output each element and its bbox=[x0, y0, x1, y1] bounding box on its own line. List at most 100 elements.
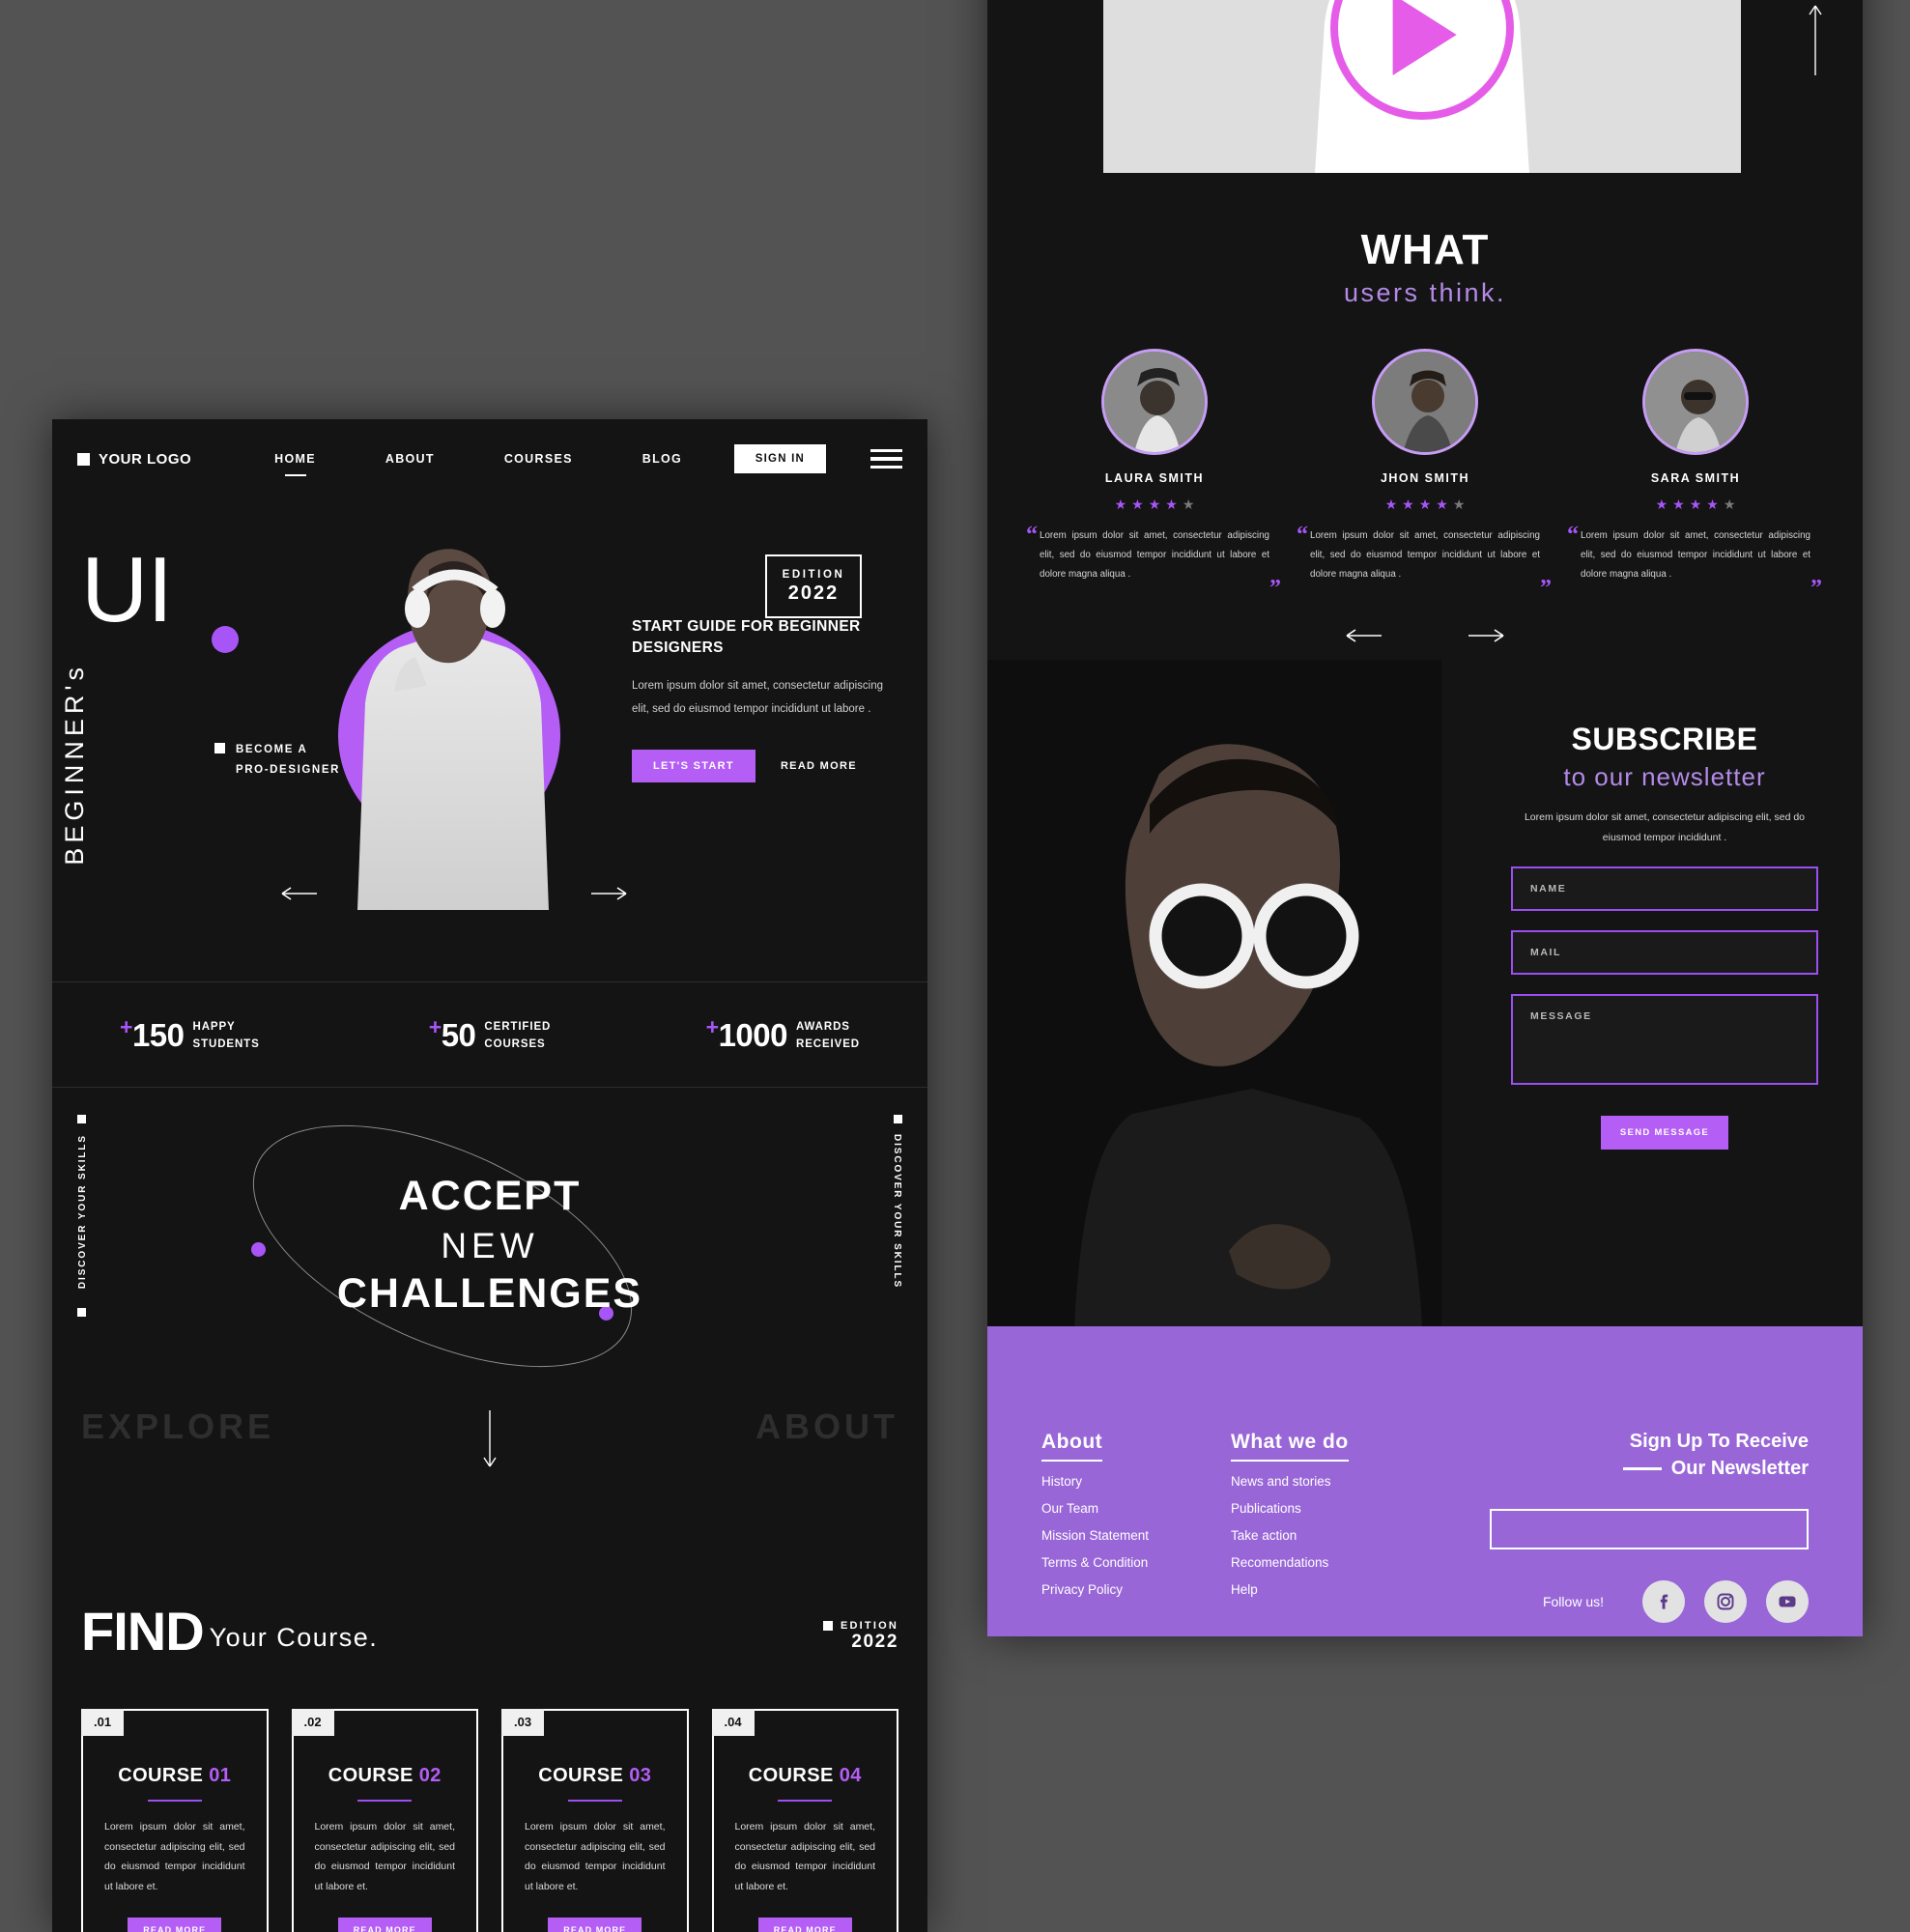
star-icon: ★ bbox=[1689, 497, 1702, 512]
find-heading: FIND Your Course. EDITION 2022 bbox=[81, 1571, 898, 1658]
course-card-list: .01 COURSE 01 Lorem ipsum dolor sit amet… bbox=[81, 1709, 898, 1932]
stat-label-line2: COURSES bbox=[484, 1037, 546, 1050]
hamburger-menu-icon[interactable] bbox=[870, 448, 902, 469]
design-mockup-canvas: YOUR LOGO HOME ABOUT COURSES BLOG SIGN I… bbox=[0, 0, 1910, 1932]
course-read-more-button[interactable]: READ MORE bbox=[337, 1918, 432, 1932]
rating-stars: ★ ★ ★ ★ ★ bbox=[1571, 497, 1820, 513]
footer-link[interactable]: Terms & Condition bbox=[1041, 1555, 1231, 1570]
message-textarea[interactable] bbox=[1511, 994, 1818, 1086]
follow-us-label: Follow us! bbox=[1542, 1594, 1604, 1610]
read-more-link[interactable]: READ MORE bbox=[781, 760, 857, 772]
footer-newsletter: Sign Up To Receive Our Newsletter Follow… bbox=[1490, 1431, 1809, 1624]
footer: About History Our Team Mission Statement… bbox=[987, 1326, 1863, 1636]
footer-signup-line1: Sign Up To Receive bbox=[1629, 1431, 1809, 1453]
course-card-tab: .01 bbox=[81, 1709, 125, 1737]
star-icon: ★ bbox=[1148, 497, 1161, 512]
arrow-right-icon[interactable] bbox=[1467, 627, 1505, 644]
testimonial-quote: Lorem ipsum dolor sit amet, consectetur … bbox=[1310, 530, 1540, 581]
logo[interactable]: YOUR LOGO bbox=[77, 451, 191, 468]
arrow-right-icon[interactable] bbox=[589, 885, 628, 902]
testimonial-quote-wrap: “ Lorem ipsum dolor sit amet, consectetu… bbox=[1567, 523, 1822, 601]
quote-open-icon: “ bbox=[1567, 523, 1579, 548]
stat-label-line1: AWARDS bbox=[795, 1021, 850, 1034]
stat-happy-students: +150 HAPPY STUDENTS bbox=[120, 1016, 366, 1053]
scroll-up-arrow-icon[interactable] bbox=[1807, 2, 1824, 75]
send-message-button[interactable]: SEND MESSAGE bbox=[1600, 1116, 1729, 1151]
hero-paragraph: Lorem ipsum dolor sit amet, consectetur … bbox=[632, 679, 883, 715]
subscribe-subtitle: to our newsletter bbox=[1563, 762, 1766, 792]
course-card-number: 01 bbox=[209, 1765, 232, 1787]
instagram-icon[interactable] bbox=[1704, 1580, 1747, 1624]
scroll-down-arrow-icon[interactable] bbox=[481, 1410, 499, 1470]
testimonial-name: SARA SMITH bbox=[1650, 471, 1741, 485]
lets-start-button[interactable]: LET'S START bbox=[632, 750, 755, 783]
footer-link[interactable]: Help bbox=[1231, 1582, 1420, 1597]
testimonial-name: LAURA SMITH bbox=[1104, 471, 1205, 485]
star-icon: ★ bbox=[1418, 497, 1432, 512]
footer-heading-about: About bbox=[1041, 1431, 1103, 1463]
arrow-left-icon[interactable] bbox=[280, 885, 319, 902]
ghost-label-explore[interactable]: EXPLORE bbox=[81, 1406, 274, 1447]
hero-buttons: LET'S START READ MORE bbox=[632, 750, 883, 783]
subscribe-paragraph: Lorem ipsum dolor sit amet, consectetur … bbox=[1524, 811, 1806, 843]
subscribe-form: SUBSCRIBE to our newsletter Lorem ipsum … bbox=[1511, 722, 1818, 1151]
hero-carousel-arrows bbox=[280, 885, 628, 902]
quote-close-icon: ” bbox=[1540, 576, 1552, 602]
course-card-divider bbox=[147, 1800, 202, 1803]
avatar bbox=[1642, 349, 1749, 455]
footer-link[interactable]: Recomendations bbox=[1231, 1555, 1420, 1570]
star-icon: ★ bbox=[1672, 497, 1685, 512]
nav-item-home[interactable]: HOME bbox=[274, 452, 316, 466]
hero-tagline-line1: BECOME A bbox=[236, 744, 308, 755]
course-card-tab: .04 bbox=[711, 1709, 755, 1737]
course-card[interactable]: .04 COURSE 04 Lorem ipsum dolor sit amet… bbox=[711, 1709, 898, 1932]
footer-link[interactable]: Our Team bbox=[1041, 1501, 1231, 1516]
sign-in-button[interactable]: SIGN IN bbox=[733, 444, 826, 473]
course-card-divider bbox=[778, 1800, 833, 1803]
course-card[interactable]: .01 COURSE 01 Lorem ipsum dolor sit amet… bbox=[81, 1709, 269, 1932]
testimonials-title: WHAT bbox=[1360, 226, 1490, 273]
footer-link[interactable]: Mission Statement bbox=[1041, 1528, 1231, 1543]
footer-link[interactable]: Publications bbox=[1231, 1501, 1420, 1516]
stat-plus-icon: + bbox=[120, 1014, 132, 1040]
subscribe-section: SUBSCRIBE to our newsletter Lorem ipsum … bbox=[987, 660, 1863, 1327]
side-square-icon bbox=[894, 1115, 902, 1123]
quote-close-icon: ” bbox=[1269, 576, 1281, 602]
mail-input[interactable] bbox=[1511, 930, 1818, 976]
nav-item-courses[interactable]: COURSES bbox=[504, 452, 573, 466]
star-icon: ★ bbox=[1436, 497, 1448, 512]
hero-photo bbox=[332, 531, 574, 910]
footer-link[interactable]: History bbox=[1041, 1474, 1231, 1489]
footer-social-row: Follow us! bbox=[1490, 1580, 1809, 1624]
testimonial-quote: Lorem ipsum dolor sit amet, consectetur … bbox=[1581, 530, 1810, 581]
stats-bar: +150 HAPPY STUDENTS +50 CERTIFIED COURSES … bbox=[52, 981, 927, 1088]
testimonials-subtitle: users think. bbox=[1343, 278, 1507, 307]
quote-open-icon: “ bbox=[1026, 523, 1038, 548]
footer-heading-what-we-do: What we do bbox=[1231, 1431, 1349, 1463]
footer-link[interactable]: News and stories bbox=[1231, 1474, 1420, 1489]
nav-item-about[interactable]: ABOUT bbox=[385, 452, 435, 466]
facebook-icon[interactable] bbox=[1642, 1580, 1685, 1624]
play-triangle-icon[interactable] bbox=[1392, 0, 1457, 75]
arrow-left-icon[interactable] bbox=[1345, 627, 1383, 644]
star-icon: ★ bbox=[1384, 497, 1398, 512]
course-read-more-button[interactable]: READ MORE bbox=[128, 1918, 222, 1932]
ghost-label-about[interactable]: ABOUT bbox=[755, 1406, 898, 1447]
course-card-body: Lorem ipsum dolor sit amet, consectetur … bbox=[314, 1821, 456, 1892]
testimonial-card: LAURA SMITH ★ ★ ★ ★ ★ “ Lorem ipsum dolo… bbox=[1026, 349, 1281, 601]
course-card[interactable]: .02 COURSE 02 Lorem ipsum dolor sit amet… bbox=[291, 1709, 478, 1932]
footer-link[interactable]: Take action bbox=[1231, 1528, 1420, 1543]
footer-newsletter-input[interactable] bbox=[1490, 1509, 1809, 1550]
subscribe-title: SUBSCRIBE bbox=[1571, 722, 1758, 757]
course-read-more-button[interactable]: READ MORE bbox=[757, 1918, 852, 1932]
nav-item-blog[interactable]: BLOG bbox=[642, 452, 682, 466]
youtube-icon[interactable] bbox=[1766, 1580, 1809, 1624]
name-input[interactable] bbox=[1511, 867, 1818, 912]
course-card[interactable]: .03 COURSE 03 Lorem ipsum dolor sit amet… bbox=[501, 1709, 689, 1932]
course-read-more-button[interactable]: READ MORE bbox=[548, 1918, 642, 1932]
footer-link[interactable]: Privacy Policy bbox=[1041, 1582, 1231, 1597]
course-card-title: COURSE bbox=[538, 1765, 630, 1787]
challenges-line1: ACCEPT bbox=[398, 1173, 582, 1219]
stat-number: 150 bbox=[131, 1017, 185, 1054]
logo-label: YOUR LOGO bbox=[99, 450, 192, 468]
